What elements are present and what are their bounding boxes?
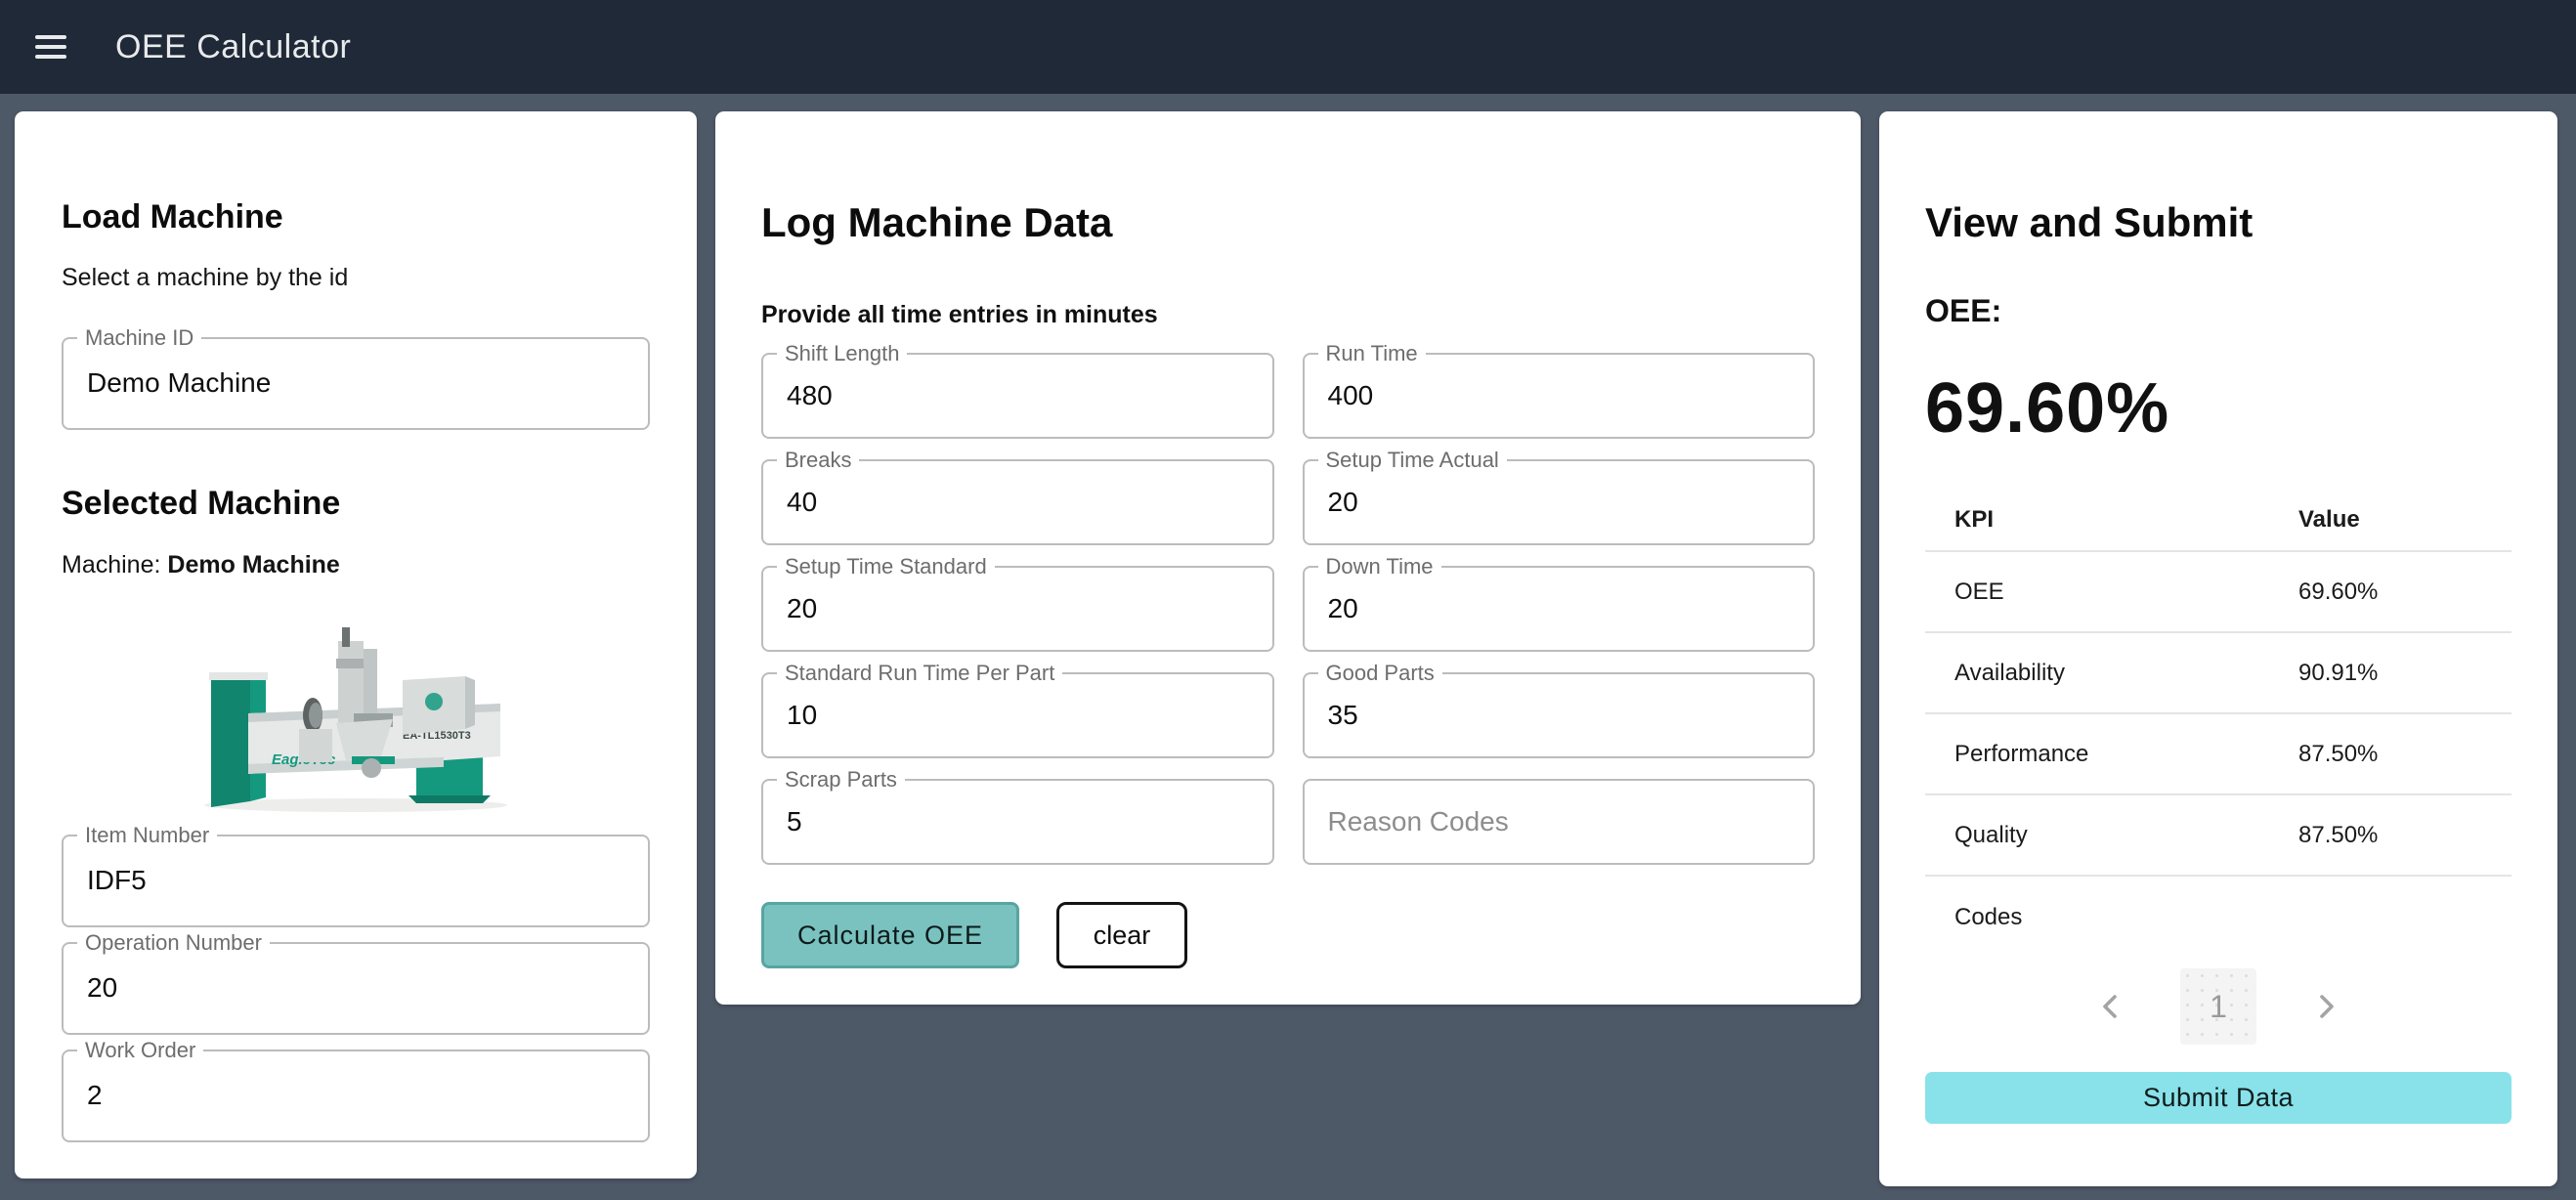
kpi-cell: Availability: [1925, 660, 2298, 687]
log-data-subtitle: Provide all time entries in minutes: [761, 301, 1815, 329]
machine-id-field[interactable]: Machine ID: [62, 337, 650, 430]
operation-number-field[interactable]: Operation Number: [62, 942, 650, 1035]
hamburger-icon: [35, 45, 66, 49]
scrap-parts-field[interactable]: Scrap Parts: [761, 779, 1274, 865]
log-data-actions: Calculate OEE clear: [761, 902, 1815, 968]
kpi-cell: Codes: [1925, 904, 2298, 931]
field-label: Work Order: [77, 1038, 203, 1063]
oee-value: 69.60%: [1925, 368, 2512, 449]
kpi-column-header: KPI: [1925, 506, 2298, 534]
field-label: Breaks: [777, 448, 859, 473]
app-header: OEE Calculator: [0, 0, 2576, 94]
machine-image: EagleTec EA-TL1530T3: [62, 620, 650, 815]
prev-page-button[interactable]: [2088, 984, 2133, 1029]
clear-button[interactable]: clear: [1056, 902, 1187, 968]
field-input[interactable]: [763, 461, 1272, 543]
load-machine-card: Load Machine Select a machine by the id …: [15, 111, 697, 1179]
pagination: 1: [1925, 968, 2512, 1045]
field-label: Setup Time Actual: [1318, 448, 1507, 473]
machine-label: Machine:: [62, 551, 160, 579]
load-machine-subtitle: Select a machine by the id: [62, 264, 650, 292]
chevron-left-icon: [2096, 992, 2125, 1021]
page-1-button[interactable]: 1: [2180, 968, 2256, 1045]
field-label: Standard Run Time Per Part: [777, 661, 1062, 686]
reason-codes-field[interactable]: [1303, 779, 1816, 865]
shift-length-field[interactable]: Shift Length: [761, 353, 1274, 439]
value-cell: 69.60%: [2298, 579, 2512, 606]
chevron-right-icon: [2311, 992, 2340, 1021]
field-input[interactable]: [1305, 674, 1814, 756]
field-label: Item Number: [77, 823, 217, 848]
field-input[interactable]: [763, 781, 1272, 863]
log-data-grid: Shift Length Run Time Breaks Setup Time Act…: [761, 353, 1815, 865]
selected-machine-line: Machine: Demo Machine: [62, 551, 650, 579]
field-input[interactable]: [1305, 781, 1814, 863]
field-input[interactable]: [1305, 355, 1814, 437]
machine-id-input[interactable]: [64, 339, 648, 428]
field-input[interactable]: [64, 836, 648, 925]
calculate-oee-button[interactable]: Calculate OEE: [761, 902, 1019, 968]
submit-data-button[interactable]: Submit Data: [1925, 1072, 2512, 1124]
run-time-field[interactable]: Run Time: [1303, 353, 1816, 439]
field-label: Shift Length: [777, 341, 907, 366]
machine-illustration: EagleTec EA-TL1530T3: [190, 620, 522, 815]
field-input[interactable]: [1305, 461, 1814, 543]
field-input[interactable]: [64, 944, 648, 1033]
hamburger-icon: [35, 35, 66, 39]
item-number-field[interactable]: Item Number: [62, 835, 650, 927]
standard-run-time-per-part-field[interactable]: Standard Run Time Per Part: [761, 672, 1274, 758]
hamburger-icon: [35, 55, 66, 59]
field-label: Setup Time Standard: [777, 554, 995, 579]
oee-label: OEE:: [1925, 293, 2512, 329]
selected-machine-title: Selected Machine: [62, 484, 650, 524]
log-data-title: Log Machine Data: [761, 198, 1815, 247]
log-machine-data-card: Log Machine Data Provide all time entrie…: [715, 111, 1861, 1005]
kpi-row-performance: Performance87.50%: [1925, 714, 2512, 795]
kpi-cell: Performance: [1925, 741, 2298, 768]
value-cell: 87.50%: [2298, 822, 2512, 849]
field-input[interactable]: [763, 355, 1272, 437]
field-input[interactable]: [1305, 568, 1814, 650]
field-label: Good Parts: [1318, 661, 1442, 686]
load-machine-title: Load Machine: [62, 197, 650, 237]
setup-time-standard-field[interactable]: Setup Time Standard: [761, 566, 1274, 652]
field-label: Operation Number: [77, 930, 270, 956]
setup-time-actual-field[interactable]: Setup Time Actual: [1303, 459, 1816, 545]
breaks-field[interactable]: Breaks: [761, 459, 1274, 545]
kpi-table: KPI Value OEE69.60%Availability90.91%Per…: [1925, 490, 2512, 958]
view-submit-title: View and Submit: [1925, 198, 2512, 247]
kpi-row-quality: Quality87.50%: [1925, 795, 2512, 877]
field-input[interactable]: [64, 1051, 648, 1140]
load-machine-fields: Item Number Operation Number Work Order: [62, 835, 650, 1142]
field-label: Run Time: [1318, 341, 1426, 366]
value-column-header: Value: [2298, 506, 2512, 534]
kpi-cell: Quality: [1925, 822, 2298, 849]
down-time-field[interactable]: Down Time: [1303, 566, 1816, 652]
kpi-row-oee: OEE69.60%: [1925, 552, 2512, 633]
field-label: Down Time: [1318, 554, 1441, 579]
menu-button[interactable]: [35, 16, 98, 78]
next-page-button[interactable]: [2303, 984, 2348, 1029]
field-input[interactable]: [763, 674, 1272, 756]
good-parts-field[interactable]: Good Parts: [1303, 672, 1816, 758]
kpi-table-header: KPI Value: [1925, 490, 2512, 552]
value-cell: 87.50%: [2298, 741, 2512, 768]
view-submit-card: View and Submit OEE: 69.60% KPI Value OE…: [1879, 111, 2557, 1186]
kpi-cell: OEE: [1925, 579, 2298, 606]
kpi-row-availability: Availability90.91%: [1925, 633, 2512, 714]
machine-name: Demo Machine: [167, 551, 339, 579]
kpi-table-body: OEE69.60%Availability90.91%Performance87…: [1925, 552, 2512, 958]
main-content: Load Machine Select a machine by the id …: [0, 94, 2576, 1186]
field-label: Scrap Parts: [777, 767, 905, 793]
kpi-row-codes: Codes: [1925, 877, 2512, 958]
work-order-field[interactable]: Work Order: [62, 1050, 650, 1142]
machine-id-label: Machine ID: [77, 325, 201, 351]
field-input[interactable]: [763, 568, 1272, 650]
app-title: OEE Calculator: [115, 28, 351, 66]
value-cell: 90.91%: [2298, 660, 2512, 687]
